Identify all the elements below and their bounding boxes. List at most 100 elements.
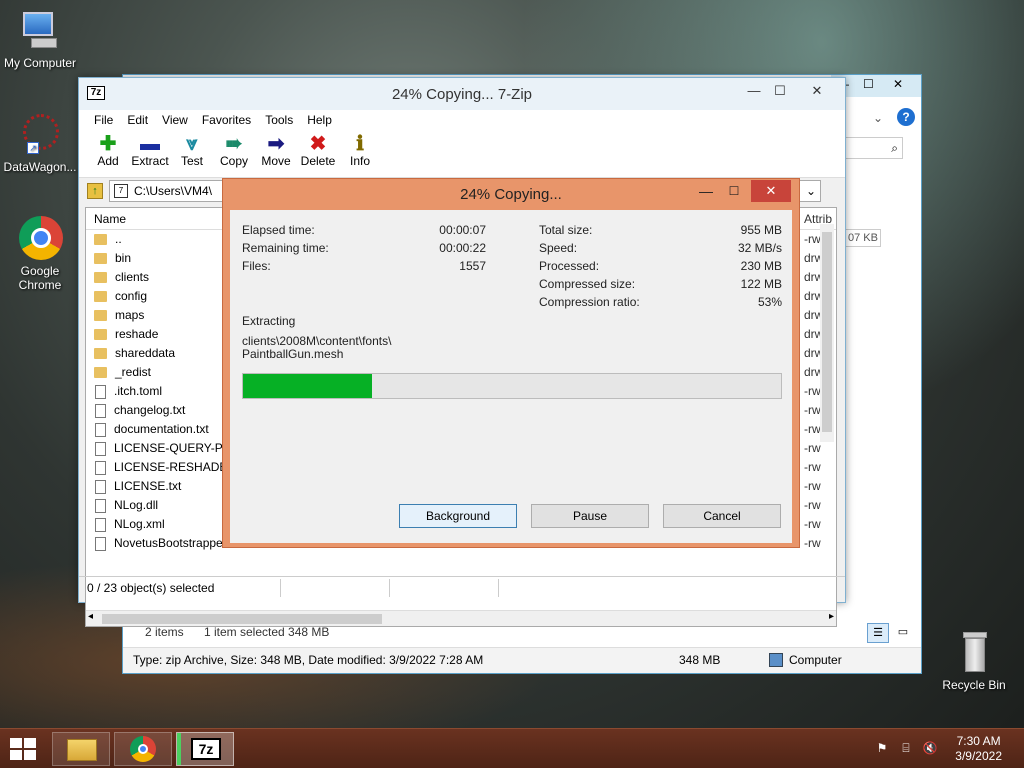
menu-view[interactable]: View bbox=[155, 113, 195, 127]
file-name: config bbox=[115, 289, 148, 303]
speed-label: Speed: bbox=[539, 241, 578, 255]
taskbar-file-explorer[interactable] bbox=[52, 732, 110, 766]
cancel-button[interactable]: Cancel bbox=[663, 504, 781, 528]
current-file: PaintballGun.mesh bbox=[242, 347, 344, 361]
copy-label: Copy bbox=[219, 154, 248, 168]
move-label: Move bbox=[261, 154, 291, 168]
dialog-titlebar[interactable]: 24% Copying... — ☐ ✕ bbox=[223, 179, 799, 211]
folder-icon bbox=[94, 348, 107, 359]
info-button[interactable]: ℹ Info bbox=[339, 130, 381, 177]
chevron-down-icon[interactable]: ⌄ bbox=[806, 181, 816, 201]
status-text: 0 / 23 object(s) selected bbox=[87, 580, 215, 595]
add-label: Add bbox=[97, 154, 119, 168]
file-attr: -rw bbox=[804, 441, 821, 455]
network-icon[interactable]: ⌸ bbox=[898, 741, 914, 757]
file-name: .itch.toml bbox=[114, 384, 163, 398]
clock-time: 7:30 AM bbox=[956, 734, 1001, 748]
large-icons-view-icon[interactable]: ▭ bbox=[893, 623, 913, 643]
copy-button[interactable]: ➠ Copy bbox=[213, 130, 255, 177]
test-icon: ⩔ bbox=[186, 133, 198, 155]
status-divider bbox=[498, 578, 500, 597]
menu-help[interactable]: Help bbox=[300, 113, 339, 127]
desktop-icon-label: My Computer bbox=[3, 56, 77, 70]
desktop-icon-my-computer[interactable]: My Computer bbox=[0, 8, 80, 70]
7zip-app-icon: 7z bbox=[87, 86, 105, 100]
search-icon: ⌕ bbox=[891, 141, 898, 155]
test-button[interactable]: ⩔ Test bbox=[171, 130, 213, 177]
folder-icon bbox=[94, 253, 107, 264]
folder-icon bbox=[94, 310, 107, 321]
search-box[interactable]: ⌕ bbox=[845, 137, 903, 159]
7zip-titlebar[interactable]: 7z 24% Copying... 7-Zip — ☐ ✕ bbox=[79, 78, 845, 110]
folder-icon bbox=[94, 234, 107, 245]
file-attr: -rw bbox=[804, 536, 821, 550]
extract-button[interactable]: ▬ Extract bbox=[129, 130, 171, 177]
scrollbar-thumb[interactable] bbox=[102, 614, 382, 624]
partial-size: 07 KB bbox=[845, 229, 881, 247]
background-button[interactable]: Background bbox=[399, 504, 517, 528]
taskbar: 7z ⚑ ⌸ 🔇 7:30 AM 3/9/2022 bbox=[0, 728, 1024, 768]
elapsed-label: Elapsed time: bbox=[242, 223, 315, 237]
file-name: maps bbox=[115, 308, 145, 322]
file-attr: -rw bbox=[804, 422, 821, 436]
folder-icon bbox=[94, 367, 107, 378]
scrollbar-thumb[interactable] bbox=[822, 232, 832, 432]
move-button[interactable]: ➡ Move bbox=[255, 130, 297, 177]
menu-tools[interactable]: Tools bbox=[258, 113, 300, 127]
taskbar-chrome[interactable] bbox=[114, 732, 172, 766]
computer-icon bbox=[17, 8, 63, 54]
compression-ratio-label: Compression ratio: bbox=[539, 295, 640, 309]
delete-icon: ✖ bbox=[309, 133, 327, 155]
pause-button[interactable]: Pause bbox=[531, 504, 649, 528]
taskbar-7zip[interactable]: 7z bbox=[176, 732, 234, 766]
vertical-scrollbar[interactable] bbox=[820, 224, 834, 442]
delete-button[interactable]: ✖ Delete bbox=[297, 130, 339, 177]
help-icon[interactable]: ? bbox=[897, 108, 915, 126]
current-path: clients\2008M\content\fonts\ bbox=[242, 334, 392, 348]
scroll-left-icon[interactable]: ◂ bbox=[88, 611, 93, 622]
chevron-down-icon[interactable]: ⌄ bbox=[873, 111, 883, 125]
chrome-icon bbox=[17, 216, 63, 262]
close-icon[interactable]: ✕ bbox=[795, 82, 839, 100]
progress-bar bbox=[242, 373, 782, 399]
minimize-icon[interactable]: — bbox=[693, 180, 719, 202]
column-name-label: Name bbox=[94, 212, 127, 226]
horizontal-scrollbar[interactable]: ◂ ▸ bbox=[86, 610, 836, 626]
move-icon: ➡ bbox=[267, 133, 285, 155]
menu-file[interactable]: File bbox=[87, 113, 120, 127]
maximize-icon[interactable]: ☐ bbox=[863, 77, 874, 91]
file-name: changelog.txt bbox=[114, 403, 186, 417]
maximize-icon[interactable]: ☐ bbox=[767, 82, 793, 100]
extract-icon: ▬ bbox=[140, 133, 160, 155]
desktop-icon-recycle-bin[interactable]: Recycle Bin bbox=[934, 630, 1014, 692]
files-value: 1557 bbox=[459, 259, 486, 273]
up-folder-icon[interactable]: ↑ bbox=[87, 183, 103, 199]
close-icon[interactable]: ✕ bbox=[751, 180, 791, 202]
compression-ratio-value: 53% bbox=[757, 295, 782, 309]
file-name: LICENSE.txt bbox=[114, 479, 182, 493]
menu-bar: File Edit View Favorites Tools Help bbox=[79, 110, 845, 130]
desktop-icon-datawagon[interactable]: ↗ DataWagon... bbox=[0, 112, 80, 174]
maximize-icon[interactable]: ☐ bbox=[721, 180, 747, 202]
menu-edit[interactable]: Edit bbox=[120, 113, 155, 127]
file-icon bbox=[95, 536, 106, 551]
scroll-right-icon[interactable]: ▸ bbox=[829, 611, 834, 622]
add-button[interactable]: ✚ Add bbox=[87, 130, 129, 177]
info-icon: ℹ bbox=[356, 133, 364, 155]
archive-icon: 7 bbox=[114, 184, 128, 198]
close-icon[interactable]: ✕ bbox=[893, 77, 903, 91]
volume-muted-icon[interactable]: 🔇 bbox=[922, 741, 938, 757]
details-view-icon[interactable]: ☰ bbox=[867, 623, 889, 643]
file-name: reshade bbox=[115, 327, 159, 341]
clock[interactable]: 7:30 AM 3/9/2022 bbox=[955, 734, 1002, 764]
file-name: shareddata bbox=[115, 346, 176, 360]
dialog-body: Elapsed time: 00:00:07 Remaining time: 0… bbox=[230, 210, 792, 543]
status-divider bbox=[389, 578, 391, 597]
minimize-icon[interactable]: — bbox=[741, 82, 767, 100]
action-label: Extracting bbox=[242, 314, 296, 328]
menu-favorites[interactable]: Favorites bbox=[195, 113, 258, 127]
folder-icon bbox=[94, 329, 107, 340]
windows-start-icon[interactable] bbox=[10, 738, 38, 760]
action-center-flag-icon[interactable]: ⚑ bbox=[874, 741, 890, 757]
desktop-icon-chrome[interactable]: Google Chrome bbox=[0, 216, 80, 292]
